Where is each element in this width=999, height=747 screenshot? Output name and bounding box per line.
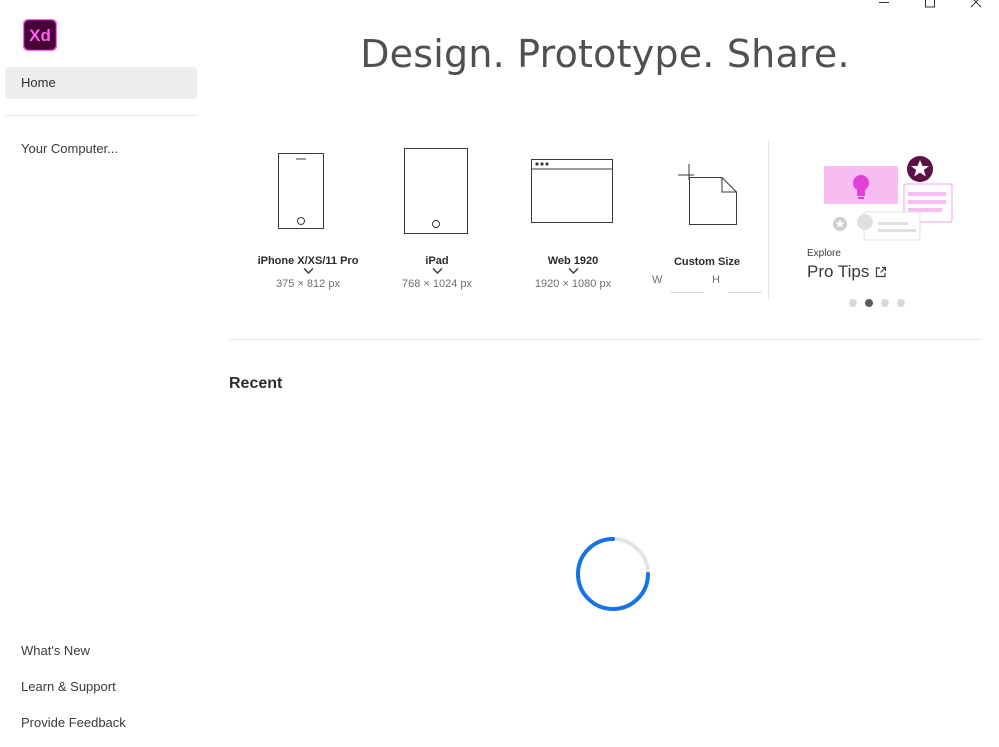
sidebar-item-your-computer[interactable]: Your Computer...: [21, 141, 118, 156]
xd-logo: Xd: [22, 18, 58, 52]
preset-ipad[interactable]: iPad 768 × 1024 px: [384, 148, 490, 300]
section-divider: [229, 339, 981, 340]
preset-custom-size[interactable]: Custom Size: [660, 163, 754, 273]
pro-tips-link[interactable]: Pro Tips: [807, 262, 887, 282]
explore-label: Explore: [807, 248, 841, 259]
custom-size-fields: W H: [652, 272, 764, 296]
pro-tips-illustration[interactable]: [806, 150, 976, 249]
close-icon: [970, 0, 982, 8]
carousel-dot[interactable]: [881, 299, 889, 307]
close-button[interactable]: [953, 0, 999, 10]
sidebar-item-home[interactable]: Home: [5, 67, 197, 99]
sidebar-item-whats-new[interactable]: What's New: [21, 643, 90, 658]
carousel-dot[interactable]: [897, 299, 905, 307]
preset-name: Web 1920: [547, 255, 599, 267]
minimize-button[interactable]: [861, 0, 907, 10]
window-controls: [861, 0, 999, 10]
custom-artboard-icon: [678, 164, 737, 225]
preset-name: Custom Size: [673, 256, 740, 268]
sidebar: Xd Home Your Computer... What's New Lear…: [0, 0, 205, 747]
carousel-dot[interactable]: [849, 299, 857, 307]
external-link-icon: [876, 266, 887, 278]
tablet-icon: [404, 148, 468, 234]
preset-name: iPad: [425, 255, 449, 267]
page-headline: Design. Prototype. Share.: [360, 32, 850, 76]
recent-heading: Recent: [229, 375, 283, 392]
preset-web-1920[interactable]: Web 1920 1920 × 1080 px: [516, 158, 630, 300]
preset-dims: 375 × 812 px: [276, 278, 340, 290]
maximize-icon: [925, 0, 935, 8]
presets-divider: [768, 140, 769, 300]
preset-dims: 768 × 1024 px: [401, 278, 473, 290]
preset-iphone[interactable]: iPhone X/XS/11 Pro 375 × 812 px: [241, 150, 375, 300]
phone-icon: [278, 153, 324, 229]
preset-dims: 1920 × 1080 px: [534, 278, 612, 290]
maximize-button[interactable]: [907, 0, 953, 10]
sidebar-item-provide-feedback[interactable]: Provide Feedback: [21, 715, 126, 730]
height-input[interactable]: [728, 272, 762, 293]
preset-name: iPhone X/XS/11 Pro: [257, 255, 359, 267]
sidebar-divider: [5, 115, 197, 116]
chevron-down-icon[interactable]: [431, 267, 443, 275]
carousel-dot-active[interactable]: [865, 299, 873, 307]
width-input[interactable]: [670, 272, 704, 293]
pro-tips-title: Pro Tips: [807, 262, 870, 281]
sidebar-item-learn-support[interactable]: Learn & Support: [21, 679, 116, 694]
browser-icon: [531, 159, 613, 223]
chevron-down-icon[interactable]: [567, 267, 579, 275]
chevron-down-icon[interactable]: [302, 267, 314, 275]
width-label: W: [652, 274, 663, 286]
carousel-dots: [849, 299, 913, 307]
lightbulb-illustration-icon: [824, 156, 953, 241]
loading-spinner-icon: [576, 537, 650, 611]
height-label: H: [712, 274, 720, 286]
minimize-icon: [879, 2, 889, 3]
logo-text: Xd: [29, 26, 51, 45]
